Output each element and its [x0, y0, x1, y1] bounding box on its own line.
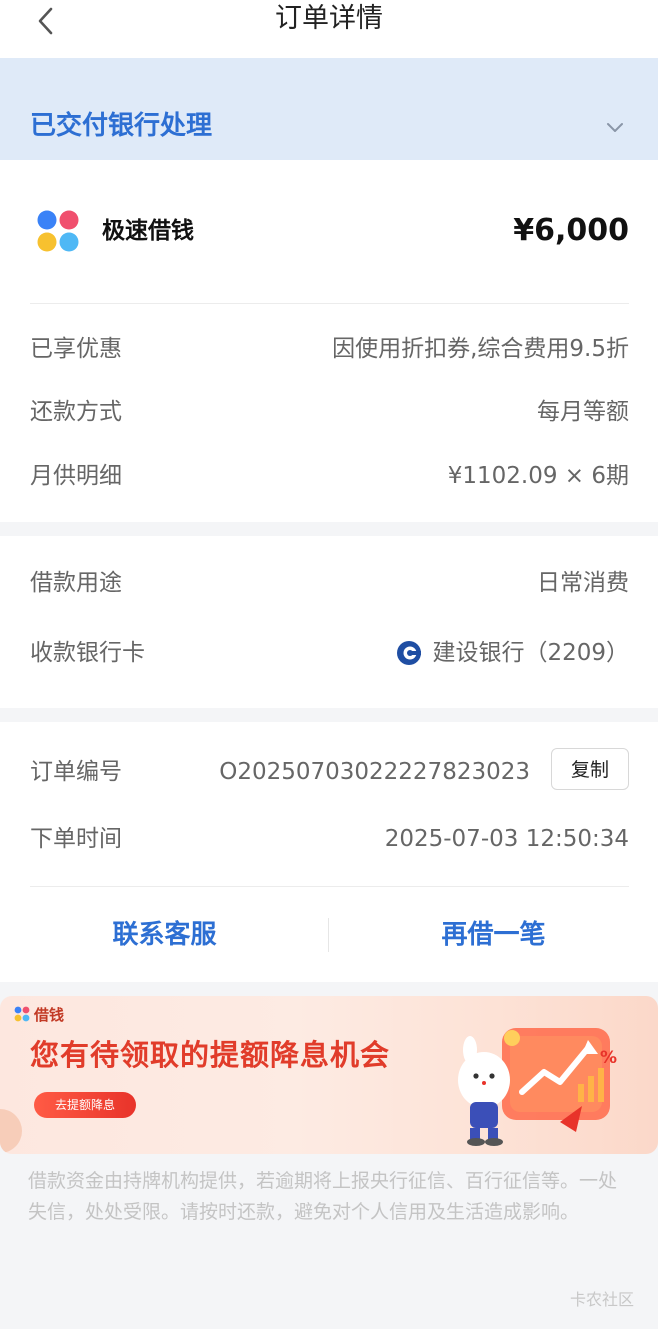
- product-logo-icon: [36, 209, 80, 253]
- mascot-illustration: %: [440, 1010, 650, 1150]
- promo-brand-text: 借钱: [34, 1005, 65, 1024]
- monthly-detail-value: ¥1102.09 × 6期: [447, 463, 629, 489]
- order-number-label: 订单编号: [30, 759, 122, 785]
- borrow-again-button[interactable]: 再借一笔: [329, 910, 658, 960]
- bank-card-label: 收款银行卡: [30, 640, 145, 666]
- disclaimer-text: 借款资金由持牌机构提供，若逾期将上报央行征信、百行征信等。一处失信，处处受限。请…: [28, 1170, 618, 1223]
- order-time-value: 2025-07-03 12:50:34: [384, 826, 629, 852]
- back-button[interactable]: [30, 4, 64, 38]
- repay-method-label: 还款方式: [30, 399, 122, 425]
- status-toggle[interactable]: [602, 114, 628, 140]
- monthly-detail-label: 月供明细: [30, 463, 122, 489]
- discount-value: 因使用折扣券,综合费用9.5折: [332, 336, 629, 362]
- loan-amount: ¥6,000: [513, 213, 629, 248]
- discount-label: 已享优惠: [30, 336, 122, 362]
- promo-title: 您有待领取的提额降息机会: [30, 1038, 391, 1072]
- purpose-label: 借款用途: [30, 570, 122, 596]
- brand-logo-icon: [14, 1006, 30, 1022]
- product-name: 极速借钱: [102, 218, 194, 244]
- percent-label: %: [600, 1048, 618, 1068]
- repay-method-value: 每月等额: [537, 399, 629, 425]
- chevron-down-icon[interactable]: [602, 114, 628, 140]
- page-title: 订单详情: [275, 3, 383, 34]
- promo-brand: 借钱: [14, 1003, 64, 1025]
- copy-button[interactable]: 复制: [551, 748, 629, 790]
- promo-button[interactable]: 去提额降息: [34, 1092, 136, 1118]
- purpose-card: [0, 536, 658, 708]
- purpose-value: 日常消费: [537, 570, 629, 596]
- ccb-logo-icon: [397, 641, 422, 665]
- order-number-value: O20250703022227823023: [219, 759, 530, 785]
- chevron-left-icon[interactable]: [30, 4, 64, 38]
- order-time-label: 下单时间: [30, 826, 122, 852]
- watermark: 卡农社区: [569, 1290, 634, 1309]
- bank-card-text: 建设银行（2209）: [432, 640, 629, 666]
- bank-card-value: 建设银行（2209）: [396, 636, 629, 670]
- status-text: 已交付银行处理: [30, 111, 213, 141]
- divider: [30, 303, 629, 304]
- divider: [30, 886, 629, 887]
- contact-service-button[interactable]: 联系客服: [0, 910, 329, 960]
